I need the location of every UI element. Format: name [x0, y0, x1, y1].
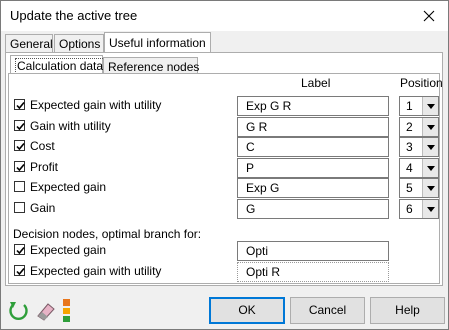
calc-row: Profit P 4 [9, 157, 439, 178]
eraser-icon [37, 303, 55, 321]
position-value: 5 [406, 181, 413, 195]
refresh-button[interactable] [5, 296, 32, 324]
position-select[interactable]: 6 [399, 198, 439, 219]
checkbox[interactable] [14, 140, 25, 151]
calc-label-input[interactable]: P [237, 157, 389, 178]
calc-label-input[interactable]: G [237, 198, 389, 219]
position-column-header: Position [400, 76, 443, 90]
decision-row-label: Expected gain with utility [30, 264, 162, 278]
useful-information-panel: Calculation data Reference nodes Label P… [5, 52, 443, 286]
help-button[interactable]: Help [370, 297, 445, 324]
checkbox[interactable] [14, 160, 25, 172]
cancel-button[interactable]: Cancel [290, 297, 365, 324]
decision-label-input[interactable]: Opti [237, 241, 389, 261]
dropdown-arrow-icon[interactable] [422, 199, 438, 218]
calc-label-input[interactable]: C [237, 137, 389, 157]
color-swatch-icon [63, 299, 70, 322]
decision-heading: Decision nodes, optimal branch for: [13, 227, 202, 241]
position-value: 6 [406, 201, 413, 216]
position-select[interactable]: 3 [399, 137, 439, 157]
calc-row: Gain with utility G R 2 [9, 116, 439, 137]
calc-row-label: Profit [30, 159, 59, 174]
calc-label-input[interactable]: Exp G R [237, 96, 389, 116]
calc-row-label: Expected gain [30, 180, 107, 194]
checkmark-icon [16, 101, 25, 110]
tab-options[interactable]: Options [54, 34, 104, 52]
dropdown-arrow-icon[interactable] [422, 97, 438, 115]
calculation-data-panel: Label Position Expected gain with utilit… [8, 73, 443, 284]
title-bar: Update the active tree [1, 1, 448, 31]
position-select[interactable]: 4 [399, 157, 439, 178]
position-select[interactable]: 1 [399, 96, 439, 116]
checkmark-icon [16, 246, 25, 255]
close-icon [423, 10, 435, 22]
checkbox[interactable] [14, 244, 25, 255]
dropdown-arrow-icon[interactable] [422, 117, 438, 136]
calc-row-label: Gain with utility [30, 118, 111, 133]
position-value: 1 [406, 99, 413, 113]
tab-useful-information[interactable]: Useful information [104, 32, 211, 53]
dialog-window: Update the active tree General Options U… [0, 0, 449, 330]
calc-row: Expected gain Exp G 5 [9, 178, 439, 198]
tab-general-label: General [10, 37, 53, 51]
calc-label-input[interactable]: Exp G [237, 178, 389, 198]
tab-general[interactable]: General [5, 34, 53, 52]
checkbox[interactable] [14, 181, 25, 192]
checkbox[interactable] [14, 265, 25, 276]
decision-row: Expected gain Opti [9, 241, 439, 261]
calc-row-label: Cost [30, 139, 55, 153]
checkbox[interactable] [14, 119, 25, 131]
ok-button[interactable]: OK [209, 297, 285, 324]
checkbox[interactable] [14, 99, 25, 110]
dropdown-arrow-icon[interactable] [422, 179, 438, 197]
decision-label-input[interactable]: Opti R [237, 262, 389, 282]
checkbox[interactable] [14, 201, 25, 213]
bottom-bar: OK Cancel Help [1, 290, 448, 329]
window-title: Update the active tree [10, 8, 138, 23]
close-button[interactable] [414, 3, 444, 29]
checkmark-icon [16, 267, 25, 276]
decision-row: Expected gain with utility Opti R [9, 262, 439, 282]
calc-row: Cost C 3 [9, 137, 439, 157]
tab-calculation-data-label: Calculation data [15, 58, 106, 74]
label-column-header: Label [301, 76, 331, 90]
calc-row-label: Expected gain with utility [30, 98, 162, 112]
position-value: 4 [406, 160, 413, 175]
calc-row: Expected gain with utility Exp G R 1 [9, 96, 439, 116]
dropdown-arrow-icon[interactable] [422, 158, 438, 177]
dropdown-arrow-icon[interactable] [422, 138, 438, 156]
colors-button[interactable] [58, 296, 85, 324]
position-select[interactable]: 2 [399, 116, 439, 137]
tab-options-label: Options [59, 37, 101, 51]
tab-useful-information-label: Useful information [109, 36, 206, 50]
checkmark-icon [16, 142, 25, 151]
refresh-icon [9, 302, 28, 320]
position-value: 3 [406, 140, 413, 154]
position-select[interactable]: 5 [399, 178, 439, 198]
calc-label-input[interactable]: G R [237, 116, 389, 137]
calc-row-label: Gain [30, 200, 56, 215]
calc-row: Gain G 6 [9, 198, 439, 219]
checkmark-icon [16, 163, 25, 171]
tab-reference-nodes-label: Reference nodes [108, 60, 200, 74]
eraser-button[interactable] [32, 296, 59, 324]
decision-row-label: Expected gain [30, 243, 107, 257]
position-value: 2 [406, 119, 413, 134]
checkmark-icon [16, 122, 25, 130]
